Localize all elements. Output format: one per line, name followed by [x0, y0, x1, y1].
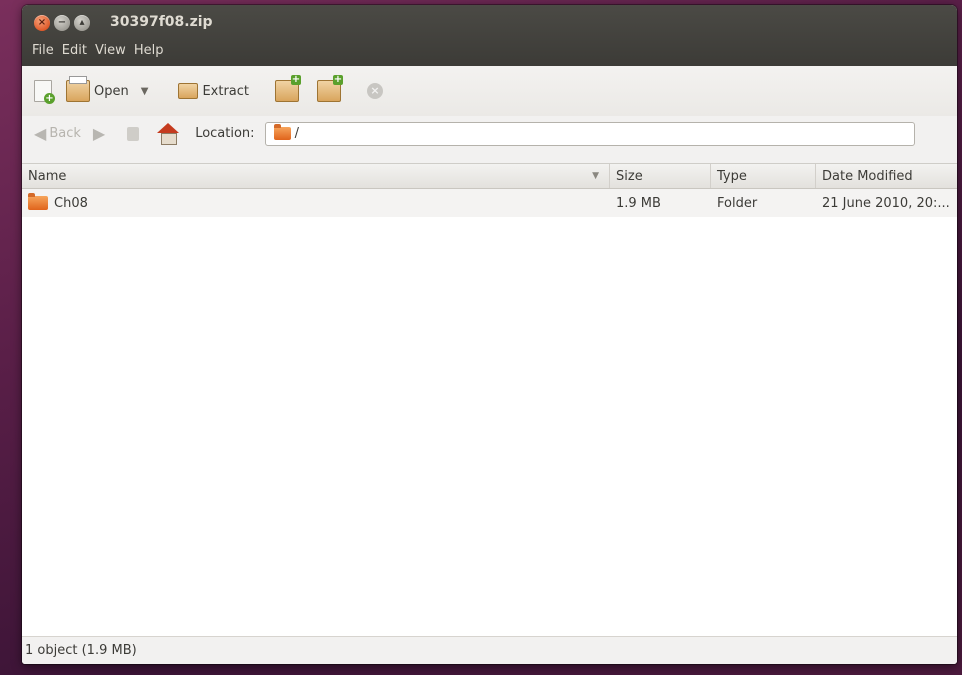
open-dropdown-icon[interactable]: ▼	[141, 86, 149, 97]
window-title: 30397f08.zip	[110, 14, 213, 30]
location-label: Location:	[195, 126, 255, 141]
row-name-cell: Ch08	[22, 189, 610, 217]
archive-manager-window: × − ▴ 30397f08.zip File Edit View Help +…	[22, 5, 957, 664]
column-header-name[interactable]: Name ▼	[22, 164, 610, 188]
row-date-cell: 21 June 2010, 20:...	[816, 189, 957, 217]
add-files-icon: +	[275, 75, 301, 102]
back-label: Back	[49, 126, 81, 141]
column-type-label: Type	[717, 168, 747, 184]
folder-icon	[273, 124, 291, 140]
maximize-window-button[interactable]: ▴	[74, 15, 90, 31]
location-value: /	[294, 126, 299, 141]
row-type: Folder	[717, 195, 758, 211]
row-type-cell: Folder	[711, 189, 816, 217]
file-list: Name ▼ Size Type Date Modified Ch08 1.9 …	[22, 163, 957, 638]
row-size-cell: 1.9 MB	[610, 189, 711, 217]
add-folder-button[interactable]: +	[317, 75, 343, 106]
stop-button[interactable]: ×	[367, 76, 383, 106]
new-archive-icon: +	[34, 80, 55, 104]
location-field[interactable]: /	[264, 121, 915, 146]
open-button[interactable]: Open ▼	[66, 76, 148, 106]
menu-view[interactable]: View	[91, 43, 130, 58]
extract-label: Extract	[202, 83, 249, 99]
menu-help[interactable]: Help	[130, 43, 168, 58]
column-date-label: Date Modified	[822, 168, 913, 184]
open-label: Open	[94, 83, 129, 99]
menu-bar: File Edit View Help	[28, 43, 167, 58]
extract-button[interactable]: Extract	[178, 76, 249, 106]
row-name: Ch08	[54, 195, 88, 211]
menu-edit[interactable]: Edit	[58, 43, 91, 58]
column-header-size[interactable]: Size	[610, 164, 711, 188]
column-header-type[interactable]: Type	[711, 164, 816, 188]
add-folder-icon: +	[317, 75, 343, 102]
column-header-date[interactable]: Date Modified	[816, 164, 957, 188]
column-size-label: Size	[616, 168, 643, 184]
menu-file[interactable]: File	[28, 43, 58, 58]
new-archive-button[interactable]: +	[34, 76, 55, 106]
extract-icon	[178, 83, 199, 99]
folder-icon	[28, 193, 48, 210]
back-button[interactable]: ◀ Back	[34, 124, 81, 143]
title-bar: × − ▴ 30397f08.zip File Edit View Help	[22, 5, 957, 66]
status-bar: 1 object (1.9 MB)	[22, 636, 957, 664]
column-name-label: Name	[28, 168, 67, 184]
close-window-button[interactable]: ×	[34, 15, 50, 31]
add-files-button[interactable]: +	[275, 75, 301, 106]
table-row[interactable]: Ch08 1.9 MB Folder 21 June 2010, 20:...	[22, 189, 957, 217]
status-text: 1 object (1.9 MB)	[25, 643, 137, 658]
minimize-window-button[interactable]: −	[54, 15, 70, 31]
back-arrow-icon: ◀	[34, 124, 47, 143]
open-archive-icon	[66, 76, 90, 102]
toolbar: + Open ▼ Extract + + ×	[22, 66, 957, 116]
forward-arrow-icon: ▶	[92, 124, 106, 143]
row-date: 21 June 2010, 20:...	[822, 195, 950, 211]
list-header: Name ▼ Size Type Date Modified	[22, 164, 957, 189]
location-bar: ◀ Back ▶ Location: /	[22, 116, 957, 151]
forward-button[interactable]: ▶	[93, 124, 105, 143]
stop-icon: ×	[367, 83, 383, 99]
up-icon[interactable]	[127, 126, 140, 141]
window-controls: × − ▴	[34, 15, 90, 31]
sort-descending-icon: ▼	[592, 171, 599, 181]
row-size: 1.9 MB	[616, 195, 661, 211]
